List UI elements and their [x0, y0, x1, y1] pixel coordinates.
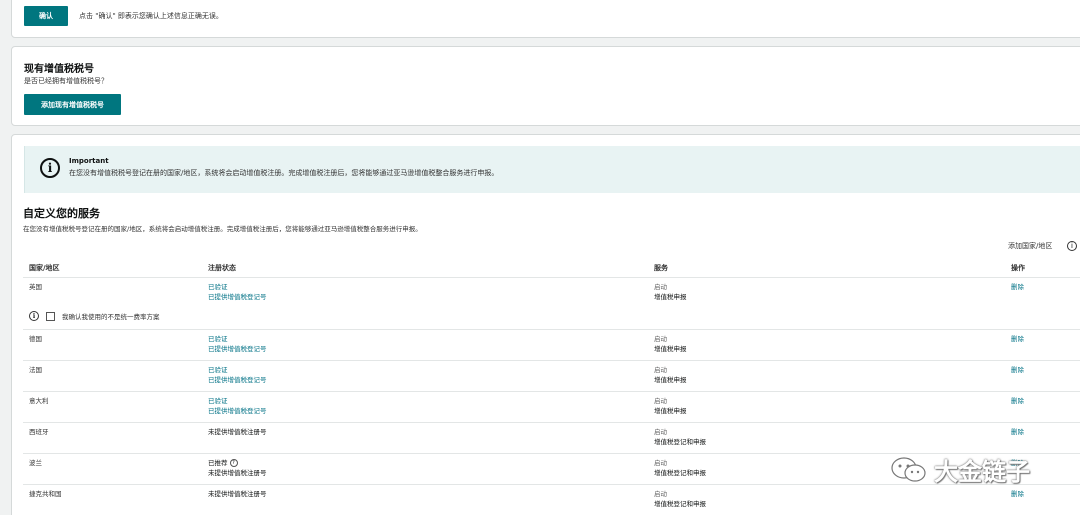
service-line-1: 启动: [654, 459, 667, 467]
service-line-1: 启动: [654, 397, 667, 405]
status-line-2: 已提供增值税登记号: [208, 345, 267, 353]
service-line-1: 启动: [654, 366, 667, 374]
service-line-2: 增值税申报: [654, 345, 687, 353]
service-line-1: 启动: [654, 335, 667, 343]
delete-link[interactable]: 删除: [1011, 365, 1024, 375]
status-line-1: 已验证: [208, 366, 228, 374]
services-subtitle: 在您没有增值税税号登记在册的国家/地区，系统将会启动增值税注册。完成增值税注册后…: [23, 225, 422, 233]
service-line-2: 增值税申报: [654, 293, 687, 301]
country-name: 西班牙: [29, 428, 49, 436]
status-line-1: 未提供增值税注册号: [208, 490, 267, 498]
confirm-note: 点击 "确认" 即表示您确认上述信息正确无误。: [79, 12, 223, 20]
add-country-link[interactable]: 添加国家/地区: [1008, 241, 1052, 251]
alert-body: 在您没有增值税税号登记在册的国家/地区，系统将会启动增值税注册。完成增值税注册后…: [69, 169, 499, 177]
watermark: 大金链子: [890, 452, 1030, 487]
table-row: 英国 已验证 已提供增值税登记号 启动 增值税申报 删除: [23, 277, 1080, 329]
country-name: 波兰: [29, 459, 42, 467]
country-name: 德国: [29, 335, 42, 343]
service-line-1: 启动: [654, 490, 667, 498]
delete-link[interactable]: 删除: [1011, 396, 1024, 406]
table-row: 意大利 已验证 已提供增值税登记号 启动 增值税申报 删除: [23, 391, 1080, 422]
info-icon: i: [29, 311, 39, 321]
existing-vat-card: 现有增值税税号 是否已经拥有增值税税号？ 添加现有增值税税号: [11, 46, 1080, 126]
existing-vat-title: 现有增值税税号: [24, 64, 94, 75]
service-line-2: 增值税登记和申报: [654, 469, 706, 477]
table-row: 德国 已验证 已提供增值税登记号 启动 增值税申报 删除: [23, 329, 1080, 360]
confirm-button[interactable]: 确认: [24, 6, 68, 26]
table-row: 法国 已验证 已提供增值税登记号 启动 增值税申报 删除: [23, 360, 1080, 391]
status-recommended: 已推荐: [208, 459, 228, 467]
add-existing-vat-button[interactable]: 添加现有增值税税号: [24, 94, 121, 115]
header-service: 服务: [654, 264, 668, 272]
add-country-info-icon[interactable]: i: [1067, 241, 1077, 251]
status-line-2: 已提供增值税登记号: [208, 407, 267, 415]
existing-vat-question: 是否已经拥有增值税税号？: [24, 77, 108, 85]
service-line-2: 增值税申报: [654, 376, 687, 384]
service-line-2: 增值税申报: [654, 407, 687, 415]
confirm-card: 确认 点击 "确认" 即表示您确认上述信息正确无误。: [11, 0, 1080, 38]
status-line-2: 未提供增值税注册号: [208, 469, 267, 477]
country-name: 法国: [29, 366, 42, 374]
country-name: 英国: [29, 283, 42, 291]
table-row: 捷克共和国 未提供增值税注册号 启动 增值税登记和申报 删除: [23, 484, 1080, 515]
watermark-text: 大金链子: [934, 458, 1030, 486]
flat-rate-checkbox[interactable]: [46, 311, 55, 321]
header-action: 操作: [1011, 264, 1025, 272]
services-title: 自定义您的服务: [23, 207, 100, 220]
delete-link[interactable]: 删除: [1011, 489, 1024, 499]
header-status: 注册状态: [208, 264, 236, 272]
alert-title: Important: [69, 157, 109, 165]
status-line-2: 已提供增值税登记号: [208, 376, 267, 384]
status-line-1: 已验证: [208, 397, 228, 405]
service-line-1: 启动: [654, 428, 667, 436]
info-icon: i: [40, 158, 60, 178]
delete-link[interactable]: 删除: [1011, 427, 1024, 437]
important-alert: i Important 在您没有增值税税号登记在册的国家/地区，系统将会启动增值…: [24, 146, 1080, 193]
wechat-icon: [891, 456, 926, 482]
header-country: 国家/地区: [29, 264, 60, 272]
status-line-1: 已推荐?: [208, 458, 238, 468]
status-line-2: 已提供增值税登记号: [208, 293, 267, 301]
flat-rate-checkbox-label: 我确认我使用的不是统一费率方案: [62, 313, 160, 321]
status-line-1: 已验证: [208, 335, 228, 343]
table-row: 西班牙 未提供增值税注册号 启动 增值税登记和申报 删除: [23, 422, 1080, 453]
service-line-1: 启动: [654, 283, 667, 291]
country-name: 意大利: [29, 397, 49, 405]
country-name: 捷克共和国: [29, 490, 62, 498]
service-line-2: 增值税登记和申报: [654, 438, 706, 446]
service-line-2: 增值税登记和申报: [654, 500, 706, 508]
status-line-1: 未提供增值税注册号: [208, 428, 267, 436]
delete-link[interactable]: 删除: [1011, 334, 1024, 344]
help-icon[interactable]: ?: [229, 459, 238, 467]
delete-link[interactable]: 删除: [1011, 282, 1024, 292]
flat-rate-confirm-row: i 我确认我使用的不是统一费率方案: [29, 311, 160, 321]
status-line-1: 已验证: [208, 283, 228, 291]
